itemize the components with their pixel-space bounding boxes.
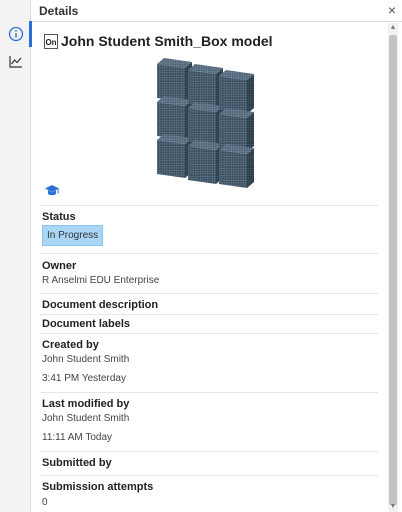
box-model-thumbnail: [157, 58, 254, 188]
panel-header: Details ×: [32, 0, 402, 22]
close-icon[interactable]: ×: [388, 2, 396, 18]
divider: [40, 293, 378, 294]
submitted-by-label: Submitted by: [42, 457, 112, 469]
divider: [40, 451, 378, 452]
side-rail: [0, 0, 32, 512]
divider: [40, 333, 378, 334]
scroll-down-icon[interactable]: ▼: [389, 503, 397, 511]
status-label: Status: [42, 211, 76, 223]
scroll-up-icon[interactable]: ▲: [389, 24, 397, 32]
status-badge: In Progress: [42, 225, 104, 246]
submission-attempts-label: Submission attempts: [42, 481, 154, 493]
submission-attempts-value: 0: [42, 497, 48, 508]
last-modified-user: John Student Smith: [42, 413, 130, 424]
document-labels-label[interactable]: Document labels: [42, 318, 130, 330]
last-modified-time: 11:11 AM Today: [42, 432, 113, 443]
divider: [40, 205, 378, 206]
created-by-label: Created by: [42, 339, 99, 351]
graduation-cap-icon: [44, 184, 60, 198]
created-by-user: John Student Smith: [42, 354, 130, 365]
onshape-document-icon: On: [44, 33, 58, 49]
info-tab[interactable]: [0, 21, 32, 47]
details-panel: On John Student Smith_Box model Status I…: [32, 23, 386, 512]
document-thumbnail: [157, 58, 263, 190]
owner-label: Owner: [42, 260, 77, 272]
last-modified-label: Last modified by: [42, 398, 130, 410]
document-title: On John Student Smith_Box model: [44, 33, 273, 49]
document-description-label[interactable]: Document description: [42, 299, 158, 311]
divider: [40, 392, 378, 393]
owner-value: R Anselmi EDU Enterprise: [42, 275, 160, 286]
scrollbar[interactable]: ▲ ▼: [388, 23, 398, 512]
divider: [40, 475, 378, 476]
info-icon: [8, 26, 23, 42]
scroll-thumb[interactable]: [389, 35, 397, 505]
document-name: John Student Smith_Box model: [61, 33, 273, 49]
created-time: 3:41 PM Yesterday: [42, 373, 126, 384]
divider: [40, 253, 378, 254]
chart-icon: [8, 55, 22, 68]
chart-tab[interactable]: [0, 48, 31, 74]
divider: [40, 314, 378, 315]
panel-title: Details: [39, 4, 79, 18]
